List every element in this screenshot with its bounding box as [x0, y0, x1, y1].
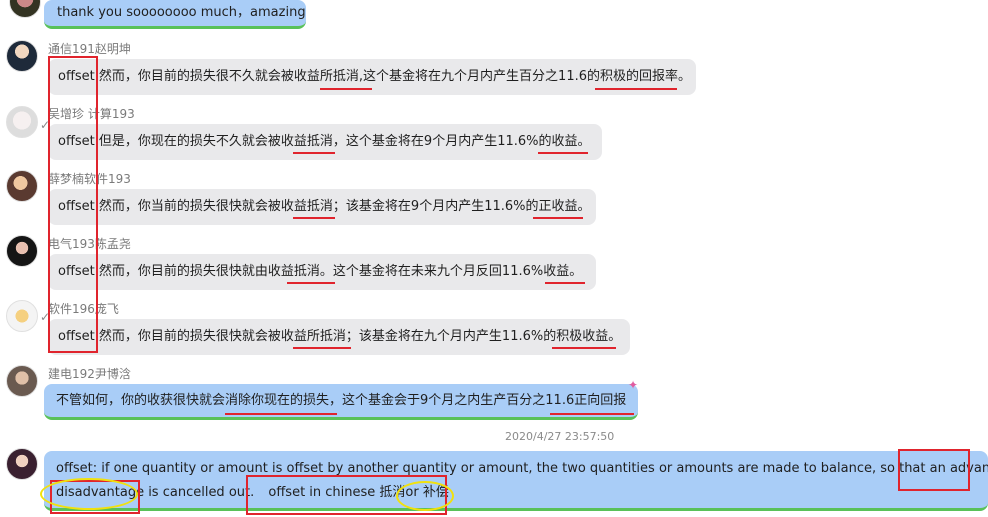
sender-name: 建电192尹博浛 — [48, 367, 131, 381]
avatar[interactable] — [6, 365, 38, 397]
avatar[interactable] — [6, 40, 38, 72]
compensation-circle — [396, 481, 454, 511]
disadvantage-circle — [40, 478, 138, 510]
kite-icon: ✦ — [628, 378, 639, 392]
avatar[interactable] — [6, 235, 38, 267]
underline-mark — [293, 152, 335, 154]
advantage-highlight — [898, 449, 970, 491]
message-text: 然而，你目前的损失很不久就会被收益所抵消,这个基金将在九个月内产生百分之11.6… — [98, 69, 692, 84]
message-text: 但是，你现在的损失不久就会被收益抵消，这个基金将在9个月内产生11.6%的收益。 — [98, 134, 591, 149]
offset-column-highlight — [48, 56, 98, 353]
message-text: thank you soooooooo much，amazing — [57, 5, 306, 20]
avatar[interactable] — [6, 106, 38, 138]
underline-mark — [293, 347, 351, 349]
underline-mark — [225, 413, 337, 415]
avatar[interactable] — [6, 300, 38, 332]
timestamp: 2020/4/27 23:57:50 — [505, 430, 615, 443]
message-text: 然而，你当前的损失很快就会被收益抵消；该基金将在9个月内产生11.6%的正收益。 — [98, 199, 591, 214]
underline-mark — [533, 217, 583, 219]
message-text: 然而，你目前的损失很快就会被收益所抵消；该基金将在九个月内产生11.6%的积极收… — [98, 329, 622, 344]
message-bubble: offset: if one quantity or amount is off… — [44, 451, 988, 511]
underline-mark — [287, 282, 335, 284]
edge-mark: ✓ — [40, 310, 51, 324]
sender-name: 通信191赵明坤 — [48, 42, 131, 56]
message-text: 然而，你目前的损失很快就由收益抵消。这个基金将在未来九个月反回11.6%收益。 — [98, 264, 583, 279]
message-bubble: thank you soooooooo much，amazing — [44, 0, 306, 29]
edge-mark: ✓ — [40, 118, 51, 132]
message-text: 不管如何，你的收获很快就会消除你现在的损失，这个基金会于9个月之内生产百分之11… — [56, 393, 627, 408]
message-bubble: offset 然而，你目前的损失很快就会被收益所抵消；该基金将在九个月内产生11… — [48, 319, 630, 355]
underline-mark — [552, 347, 616, 349]
message-bubble: offset 然而，你目前的损失很快就由收益抵消。这个基金将在未来九个月反回11… — [48, 254, 596, 290]
message-bubble: 不管如何，你的收获很快就会消除你现在的损失，这个基金会于9个月之内生产百分之11… — [44, 384, 638, 420]
avatar[interactable] — [6, 448, 38, 480]
underline-mark — [320, 88, 372, 90]
message-bubble: offset 但是，你现在的损失不久就会被收益抵消，这个基金将在9个月内产生11… — [48, 124, 602, 160]
underline-mark — [545, 282, 585, 284]
underline-mark — [538, 152, 588, 154]
avatar[interactable] — [9, 0, 41, 18]
underline-mark — [293, 217, 335, 219]
avatar[interactable] — [6, 170, 38, 202]
message-bubble: offset 然而，你当前的损失很快就会被收益抵消；该基金将在9个月内产生11.… — [48, 189, 596, 225]
underline-mark — [550, 413, 634, 415]
definition-line-1: offset: if one quantity or amount is off… — [56, 461, 988, 476]
underline-mark — [595, 88, 677, 90]
